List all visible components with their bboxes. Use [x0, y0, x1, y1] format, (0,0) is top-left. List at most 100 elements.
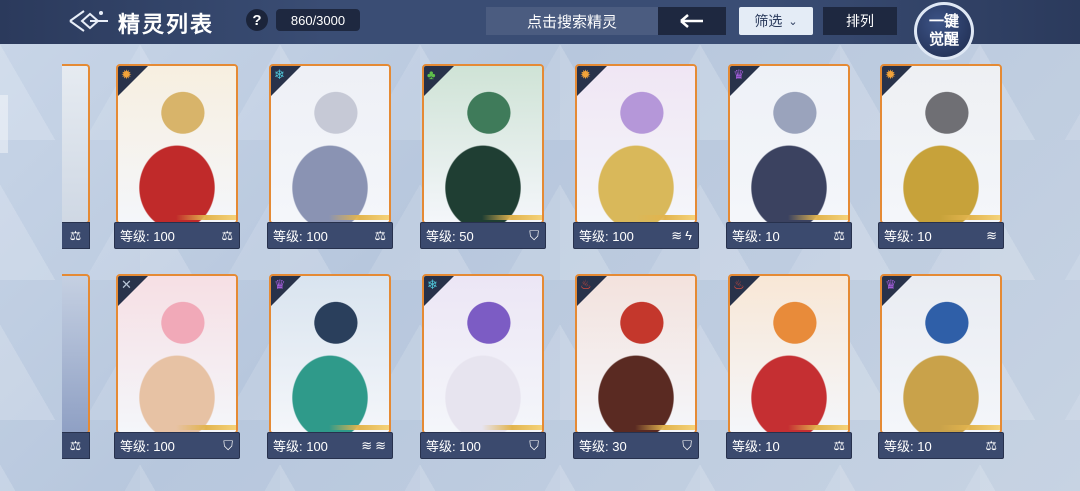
awaken-label-line2: 觉醒 — [928, 31, 959, 48]
character-portrait — [424, 276, 542, 432]
fire-attribute-icon: ♨ — [733, 277, 745, 292]
character-portrait — [577, 66, 695, 222]
level-text: 等级: 50 — [426, 229, 474, 244]
card-footer: 等级: 50 ⛉ — [420, 222, 546, 249]
decor-line — [635, 425, 695, 430]
card-footer: 等级: 100 ⛉ — [114, 432, 240, 459]
level-text: 等级: 10 — [732, 229, 780, 244]
level-text: 等级: 100 — [426, 439, 481, 454]
decor-line — [482, 425, 542, 430]
card-art: ♛ — [880, 274, 1002, 434]
search-go-button[interactable] — [658, 7, 726, 35]
decor-line — [176, 425, 236, 430]
decor-line — [788, 215, 848, 220]
level-text: 等级: 100 — [273, 229, 328, 244]
card-footer: 等级: 100 ⚖ — [267, 222, 393, 249]
claw-icon: ≋ — [375, 437, 386, 453]
decor-line — [635, 215, 695, 220]
character-portrait — [577, 276, 695, 432]
character-portrait — [730, 66, 848, 222]
one-key-awaken-button[interactable]: 一键 觉醒 — [914, 2, 974, 60]
card-footer: 等级: 10 ≋ — [878, 222, 1004, 249]
decor-line — [482, 215, 542, 220]
card-art: ❄ — [269, 64, 391, 224]
spirit-card-blonde-prince[interactable]: ✹ 等级: 100 ⚖ — [114, 62, 240, 251]
card-art: ♨ — [575, 274, 697, 434]
filter-button[interactable]: 筛选 ⌄ — [739, 7, 813, 35]
normal-attribute-icon: ✕ — [121, 277, 132, 292]
light-attribute-icon: ✹ — [121, 67, 132, 82]
spirit-card-golden-dragon-knight[interactable]: ✹ 等级: 10 ≋ — [878, 62, 1004, 251]
card-footer: 等级: 10 ⚖ — [726, 222, 852, 249]
card-art — [62, 274, 90, 434]
card-art: ❄ — [422, 274, 544, 434]
character-portrait — [882, 276, 1000, 432]
side-tab-handle[interactable] — [0, 95, 8, 153]
card-footer: 等级: 10 ⚖ — [878, 432, 1004, 459]
chevron-down-icon: ⌄ — [788, 15, 798, 28]
decor-line — [940, 425, 1000, 430]
spirit-card-blue-beast-king[interactable]: ♛ 等级: 10 ⚖ — [878, 272, 1004, 461]
card-art: ♣ — [422, 64, 544, 224]
level-text: 等级: 30 — [579, 439, 627, 454]
card-art: ✹ — [880, 64, 1002, 224]
card-art: ♛ — [269, 274, 391, 434]
light-attribute-icon: ✹ — [885, 67, 896, 82]
shield-icon: ⛉ — [529, 227, 539, 243]
level-text: 等级: 10 — [884, 439, 932, 454]
claw-icon: ≋ — [671, 227, 683, 243]
card-footer: 等级: 100 ≋ ϟ — [573, 222, 699, 249]
card-footer: 等级: 100 ⚖ — [114, 222, 240, 249]
spirit-card-green-haired-warrior[interactable]: ♣ 等级: 50 ⛉ — [420, 62, 546, 251]
spirit-card-phoenix-maiden[interactable]: ♨ 等级: 10 ⚖ — [726, 272, 852, 461]
help-button[interactable]: ? — [246, 9, 268, 31]
partial-card[interactable]: ⚖ — [62, 272, 90, 461]
sort-button[interactable]: 排列 — [823, 7, 897, 35]
level-text: 等级: 100 — [273, 439, 328, 454]
spirit-card-purple-haired-dragon-maiden[interactable]: ❄ 等级: 100 ⛉ — [420, 272, 546, 461]
shield-icon: ⛉ — [223, 437, 233, 453]
card-footer: 等级: 30 ⛉ — [573, 432, 699, 459]
scale-icon: ⚖ — [833, 227, 845, 243]
character-portrait — [118, 66, 236, 222]
spirit-card-blue-haired-dragon-lord[interactable]: ♛ 等级: 100 ≋ ≋ — [267, 272, 393, 461]
card-art: ✹ — [575, 64, 697, 224]
spirit-card-white-haired-angel[interactable]: ❄ 等级: 100 ⚖ — [267, 62, 393, 251]
filter-label: 筛选 — [754, 13, 783, 29]
psychic-attribute-icon: ♛ — [885, 277, 897, 292]
card-footer: 等级: 100 ⛉ — [420, 432, 546, 459]
fire-attribute-icon: ♨ — [580, 277, 592, 292]
character-portrait — [271, 66, 389, 222]
psychic-attribute-icon: ♛ — [274, 277, 286, 292]
spirit-count: 860/3000 — [276, 9, 360, 31]
decor-line — [176, 215, 236, 220]
scale-icon: ⚖ — [62, 222, 90, 249]
level-text: 等级: 10 — [884, 229, 932, 244]
search-input[interactable]: 点击搜索精灵 — [486, 7, 658, 35]
scale-icon: ⚖ — [221, 227, 233, 243]
character-portrait — [271, 276, 389, 432]
light-attribute-icon: ✹ — [580, 67, 591, 82]
decor-line — [940, 215, 1000, 220]
spirit-card-grey-haired-scholar[interactable]: ♛ 等级: 10 ⚖ — [726, 62, 852, 251]
decor-line — [788, 425, 848, 430]
spirit-card-purple-haired-goddess[interactable]: ✹ 等级: 100 ≋ ϟ — [573, 62, 699, 251]
scale-icon: ⚖ — [62, 432, 90, 459]
spirit-card-pink-bear-girl[interactable]: ✕ 等级: 100 ⛉ — [114, 272, 240, 461]
card-art: ✹ — [116, 64, 238, 224]
shield-icon: ⛉ — [529, 437, 539, 453]
grass-attribute-icon: ♣ — [427, 67, 436, 82]
scale-icon: ⚖ — [374, 227, 386, 243]
partial-card[interactable]: ⚖ — [62, 62, 90, 251]
spirit-card-red-dragon-warrior[interactable]: ♨ 等级: 30 ⛉ — [573, 272, 699, 461]
claw-icon: ≋ — [361, 437, 373, 453]
ice-attribute-icon: ❄ — [274, 67, 285, 82]
character-portrait — [730, 276, 848, 432]
decor-line — [329, 425, 389, 430]
ice-attribute-icon: ❄ — [427, 277, 438, 292]
arrow-left-icon — [680, 14, 703, 28]
level-text: 等级: 100 — [579, 229, 634, 244]
back-button[interactable] — [66, 6, 112, 36]
character-portrait — [118, 276, 236, 432]
character-portrait — [424, 66, 542, 222]
